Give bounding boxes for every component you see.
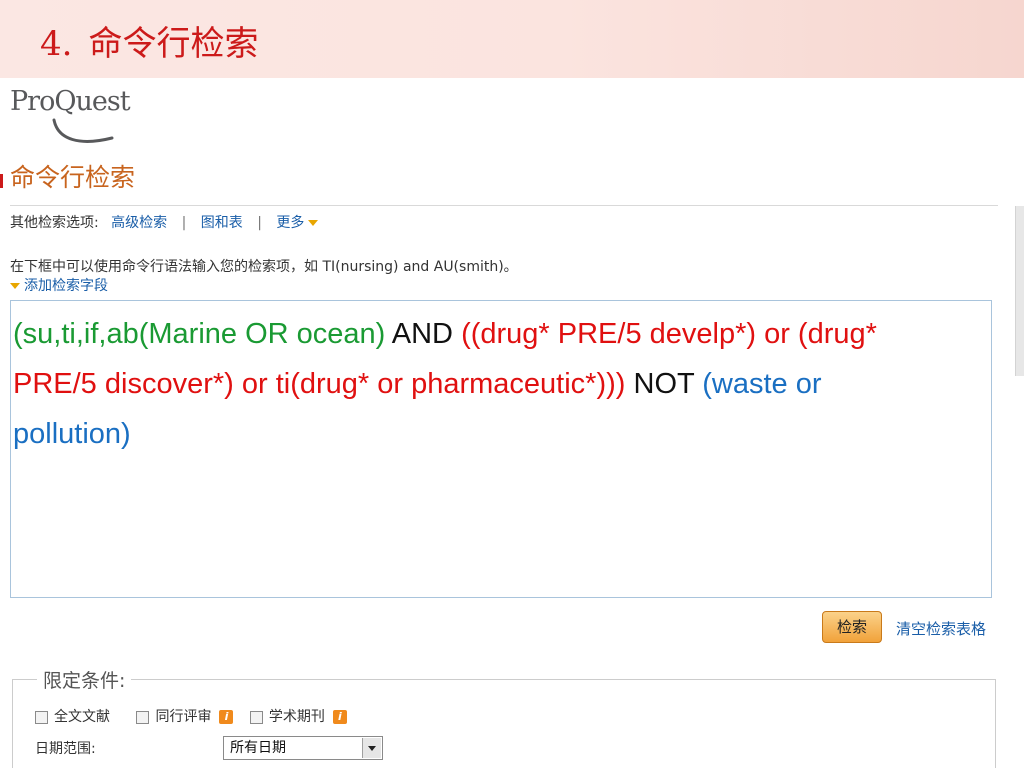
search-options-row: 其他检索选项: 高级检索 | 图和表 | 更多 <box>10 212 319 232</box>
add-search-field-label: 添加检索字段 <box>24 278 108 294</box>
query-operator-and: AND <box>385 318 462 350</box>
proquest-screenshot: ProQuest 命令行检索 其他检索选项: 高级检索 | 图和表 | 更多 在… <box>0 78 1024 768</box>
left-accent-marker <box>0 174 3 188</box>
slide: 4. 命令行检索 ProQuest 命令行检索 其他检索选项: 高级检索 | 图和… <box>0 0 1024 768</box>
peer-reviewed-checkbox[interactable] <box>136 710 150 724</box>
scholarly-journals-checkbox[interactable] <box>249 710 263 724</box>
limits-fieldset: 限定条件: 全文文献 同行评审 i 学术期刊 i 日期范围: 所有日期 <box>12 666 996 768</box>
clear-form-link[interactable]: 清空检索表格 <box>896 618 986 639</box>
slide-header-band: 4. 命令行检索 <box>0 0 1024 78</box>
logo-swoosh-icon <box>52 118 114 143</box>
info-icon[interactable]: i <box>332 710 347 724</box>
full-text-label: 全文文献 <box>54 709 110 725</box>
slide-number: 4. <box>40 24 73 64</box>
slide-title: 4. 命令行检索 <box>40 18 258 70</box>
separator: | <box>181 215 187 231</box>
command-line-hint: 在下框中可以使用命令行语法输入您的检索项，如 TI(nursing) and A… <box>10 259 518 275</box>
date-range-value: 所有日期 <box>230 740 286 756</box>
info-icon[interactable]: i <box>219 710 234 724</box>
query-text: (su,ti,if,ab(Marine OR ocean) AND ((drug… <box>11 301 913 459</box>
figures-tables-link[interactable]: 图和表 <box>201 215 243 231</box>
limits-legend: 限定条件: <box>37 666 132 693</box>
advanced-search-link[interactable]: 高级检索 <box>111 215 167 231</box>
dropdown-arrow-icon[interactable] <box>362 738 381 758</box>
query-operator-not: NOT <box>625 368 703 400</box>
full-text-checkbox[interactable] <box>35 710 48 724</box>
chevron-down-icon <box>10 283 20 289</box>
search-button[interactable]: 检索 <box>822 611 882 643</box>
proquest-logo: ProQuest <box>10 86 150 148</box>
date-range-select[interactable]: 所有日期 <box>223 736 383 760</box>
limits-checkbox-row: 全文文献 同行评审 i 学术期刊 i <box>35 706 359 726</box>
page-heading: 命令行检索 <box>10 163 136 192</box>
logo-text: ProQuest <box>10 86 131 117</box>
command-line-search-input[interactable]: (su,ti,if,ab(Marine OR ocean) AND ((drug… <box>10 300 992 598</box>
separator: | <box>257 215 262 231</box>
divider <box>10 205 998 206</box>
more-link[interactable]: 更多 <box>276 215 304 231</box>
date-range-label: 日期范围: <box>35 741 96 757</box>
peer-reviewed-label: 同行评审 <box>155 709 212 725</box>
add-search-field-link[interactable]: 添加检索字段 <box>10 275 108 295</box>
slide-title-text: 命令行检索 <box>88 24 259 64</box>
scholarly-journals-label: 学术期刊 <box>268 709 325 725</box>
query-part-fields: (su,ti,if,ab(Marine OR ocean) <box>13 318 386 350</box>
search-options-label: 其他检索选项: <box>10 215 99 231</box>
scrollbar-edge <box>1015 206 1024 376</box>
chevron-down-icon[interactable] <box>308 220 319 226</box>
